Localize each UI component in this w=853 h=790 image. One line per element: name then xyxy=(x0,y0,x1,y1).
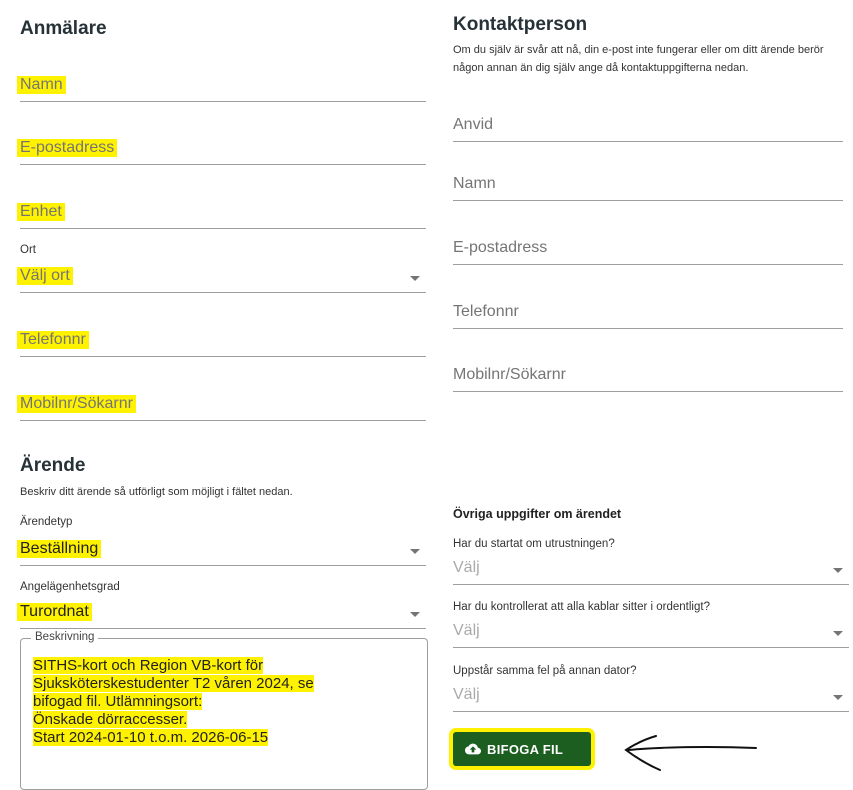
angelagenhetsgrad-select-value: Turordnat xyxy=(17,603,92,621)
beskrivning-line: Önskade dörraccesser. xyxy=(33,711,188,728)
kontakt-namn-placeholder: Namn xyxy=(453,175,496,192)
q1-label: Har du startat om utrustningen? xyxy=(453,538,615,550)
attach-file-label: BIFOGA FIL xyxy=(487,741,564,757)
beskrivning-textarea[interactable]: Beskrivning SITHS-kort och Region VB-kor… xyxy=(20,631,428,790)
anmalare-epost-field[interactable]: E-postadress xyxy=(17,134,426,165)
beskrivning-line: SITHS-kort och Region VB-kort för xyxy=(33,657,264,674)
q1-select-value: Välj xyxy=(453,559,480,576)
kontakt-epost-placeholder: E-postadress xyxy=(453,239,548,256)
chevron-down-icon xyxy=(410,276,420,281)
beskrivning-text: SITHS-kort och Region VB-kort för Sjuksk… xyxy=(33,657,314,747)
chevron-down-icon xyxy=(833,695,843,700)
beskrivning-label: Beskrivning xyxy=(31,631,99,643)
chevron-down-icon xyxy=(410,549,420,554)
beskrivning-line: bifogad fil. Utlämningsort: xyxy=(33,693,203,710)
anmalare-mobil-field[interactable]: Mobilnr/Sökarnr xyxy=(17,390,426,421)
arende-description: Beskriv ditt ärende så utförligt som möj… xyxy=(20,486,293,498)
q3-label: Uppstår samma fel på annan dator? xyxy=(453,665,637,677)
anmalare-enhet-field[interactable]: Enhet xyxy=(17,198,426,229)
angelagenhetsgrad-label: Angelägenhetsgrad xyxy=(20,581,120,593)
anmalare-telefon-field[interactable]: Telefonnr xyxy=(17,326,426,357)
cloud-upload-icon xyxy=(465,743,481,755)
ovriga-heading: Övriga uppgifter om ärendet xyxy=(453,507,622,521)
anmalare-namn-placeholder: Namn xyxy=(17,76,66,94)
q2-select[interactable]: Välj xyxy=(453,617,849,648)
angelagenhetsgrad-select[interactable]: Turordnat xyxy=(17,598,426,629)
kontakt-telefon-field[interactable]: Telefonnr xyxy=(453,298,843,329)
kontakt-mobil-placeholder: Mobilnr/Sökarnr xyxy=(453,366,566,383)
arendetyp-select[interactable]: Beställning xyxy=(17,535,426,566)
arendetyp-label: Ärendetyp xyxy=(20,516,73,528)
q3-select[interactable]: Välj xyxy=(453,681,849,712)
anmalare-telefon-placeholder: Telefonnr xyxy=(17,331,89,349)
kontakt-namn-field[interactable]: Namn xyxy=(453,170,843,201)
anmalare-heading: Anmälare xyxy=(20,18,107,39)
attach-file-button[interactable]: BIFOGA FIL xyxy=(453,732,591,766)
chevron-down-icon xyxy=(410,612,420,617)
q1-select[interactable]: Välj xyxy=(453,554,849,585)
kontakt-epost-field[interactable]: E-postadress xyxy=(453,234,843,265)
anmalare-epost-placeholder: E-postadress xyxy=(17,139,118,157)
ort-select[interactable]: Välj ort xyxy=(17,262,426,293)
hand-drawn-arrow xyxy=(624,735,757,771)
q3-select-value: Välj xyxy=(453,686,480,703)
chevron-down-icon xyxy=(833,631,843,636)
beskrivning-line: Start 2024-01-10 t.o.m. 2026-06-15 xyxy=(33,729,269,746)
ort-select-value: Välj ort xyxy=(17,267,73,285)
kontakt-description: Om du själv är svår att nå, din e-post i… xyxy=(453,44,824,74)
arendetyp-select-value: Beställning xyxy=(17,540,102,558)
beskrivning-line: Sjuksköterskestudenter T2 våren 2024, se xyxy=(33,675,314,692)
kontakt-telefon-placeholder: Telefonnr xyxy=(453,303,519,320)
kontakt-anvid-placeholder: Anvid xyxy=(453,116,494,133)
ort-label: Ort xyxy=(20,244,36,256)
kontakt-heading: Kontaktperson xyxy=(453,14,588,35)
q2-select-value: Välj xyxy=(453,622,480,639)
q2-label: Har du kontrollerat att alla kablar sitt… xyxy=(453,601,710,613)
anmalare-enhet-placeholder: Enhet xyxy=(17,203,65,221)
arende-heading: Ärende xyxy=(20,455,86,476)
kontakt-anvid-field[interactable]: Anvid xyxy=(453,111,843,142)
anmalare-mobil-placeholder: Mobilnr/Sökarnr xyxy=(17,395,136,413)
chevron-down-icon xyxy=(833,568,843,573)
kontakt-mobil-field[interactable]: Mobilnr/Sökarnr xyxy=(453,361,843,392)
anmalare-namn-field[interactable]: Namn xyxy=(17,71,426,102)
